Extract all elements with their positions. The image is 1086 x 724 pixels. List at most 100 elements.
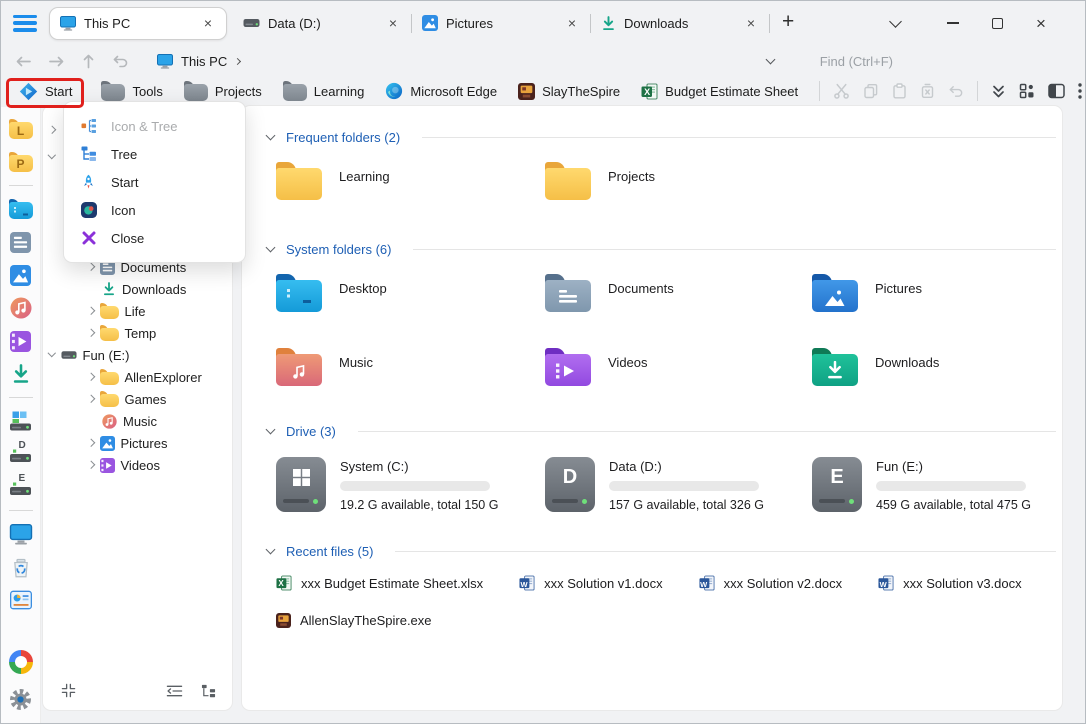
recent-file-budget-sheet[interactable]: X xxx Budget Estimate Sheet.xlsx [276, 575, 483, 591]
collapse-all-icon[interactable] [61, 683, 85, 698]
folder-item-learning[interactable]: Learning [276, 162, 545, 200]
more-kebab-icon[interactable] [1078, 83, 1082, 99]
tab-downloads[interactable]: Downloads × [591, 7, 769, 40]
section-header-drive[interactable]: Drive (3) [242, 424, 1056, 439]
tab-close-icon[interactable]: × [200, 14, 216, 32]
find-input[interactable]: Find (Ctrl+F) [820, 54, 893, 69]
menu-item-icon[interactable]: Icon [64, 196, 245, 224]
section-header-frequent[interactable]: Frequent folders (2) [242, 130, 1056, 145]
close-window-button[interactable]: × [1019, 8, 1063, 38]
toolbar-item-projects[interactable]: Projects [184, 81, 262, 101]
cut-icon [833, 83, 850, 99]
tree-view-icon[interactable] [192, 684, 216, 698]
menu-item-tree[interactable]: Tree [64, 140, 245, 168]
toolbar-item-slaythespire[interactable]: SlayTheSpire [518, 83, 620, 100]
rail-recycle-bin-icon[interactable] [8, 555, 34, 579]
rail-learning-folder[interactable]: L [8, 117, 34, 141]
rail-music-icon[interactable] [8, 296, 34, 320]
hamburger-menu-icon[interactable] [13, 15, 37, 32]
rail-videos-icon[interactable] [8, 329, 34, 353]
rail-control-panel-icon[interactable] [8, 588, 34, 612]
new-tab-button[interactable]: + [770, 10, 804, 37]
chevron-down-icon[interactable] [48, 349, 56, 357]
chevron-right-icon[interactable] [87, 439, 95, 447]
toolbar-item-budget-sheet[interactable]: X Budget Estimate Sheet [641, 83, 798, 100]
recent-file-slaythespire-exe[interactable]: AllenSlayTheSpire.exe [276, 613, 432, 628]
section-title: Drive (3) [286, 424, 336, 439]
tab-close-icon[interactable]: × [564, 14, 580, 32]
tree-row-fun-e[interactable]: Fun (E:) [43, 344, 232, 366]
section-header-system[interactable]: System folders (6) [242, 242, 1056, 257]
rail-drive-d-icon[interactable]: D [8, 442, 34, 466]
tree-row-music[interactable]: Music [43, 410, 232, 432]
folder-item-pictures[interactable]: Pictures [812, 274, 1062, 312]
rail-browser-icon[interactable] [8, 648, 34, 676]
undo-icon[interactable] [112, 54, 129, 68]
minimize-button[interactable] [931, 8, 975, 38]
search-options-chevron-icon[interactable] [765, 54, 775, 64]
rail-documents-icon[interactable] [8, 230, 34, 254]
chevron-down-icon[interactable] [266, 131, 276, 141]
rail-downloads-icon[interactable] [8, 362, 34, 386]
tab-this-pc[interactable]: This PC × [49, 7, 227, 40]
rail-system-drive-icon[interactable] [8, 409, 34, 433]
double-chevron-down-icon[interactable] [991, 84, 1006, 99]
tree-row-temp[interactable]: Temp [43, 322, 232, 344]
view-grid-icon[interactable] [1019, 83, 1035, 99]
outdent-icon[interactable] [157, 684, 192, 698]
folder-item-documents[interactable]: Documents [545, 274, 812, 312]
menu-item-close[interactable]: Close [64, 224, 245, 252]
chevron-right-icon[interactable] [87, 329, 95, 337]
rail-drive-e-icon[interactable]: E [8, 475, 34, 499]
start-button[interactable]: Start [15, 82, 72, 101]
tab-close-icon[interactable]: × [385, 14, 401, 32]
back-icon[interactable] [15, 54, 32, 69]
recent-file-solution-v2[interactable]: W xxx Solution v2.docx [699, 575, 843, 591]
rail-pictures-icon[interactable] [8, 263, 34, 287]
tree-row-downloads[interactable]: Downloads [43, 278, 232, 300]
tree-row-allenexplorer[interactable]: AllenExplorer [43, 366, 232, 388]
up-icon[interactable] [81, 53, 96, 69]
tree-row-videos[interactable]: Videos [43, 454, 232, 476]
folder-item-downloads[interactable]: Downloads [812, 348, 1062, 386]
chevron-right-icon[interactable] [87, 263, 95, 271]
layout-panel-icon[interactable] [1048, 83, 1065, 99]
rail-projects-folder[interactable]: P [8, 150, 34, 174]
toolbar-item-learning[interactable]: Learning [283, 81, 365, 101]
chevron-right-icon[interactable] [234, 57, 241, 64]
chevron-right-icon[interactable] [87, 373, 95, 381]
toolbar-item-edge[interactable]: Microsoft Edge [385, 82, 497, 100]
tab-close-icon[interactable]: × [743, 14, 759, 32]
chevron-down-icon[interactable] [266, 545, 276, 555]
drive-item-system-c[interactable]: System (C:) 19.2 G available, total 150 … [276, 457, 545, 512]
chevron-down-icon[interactable] [266, 243, 276, 253]
tab-pictures[interactable]: Pictures × [412, 7, 590, 40]
rail-desktop-icon[interactable] [8, 197, 34, 221]
chevron-right-icon[interactable] [87, 461, 95, 469]
chevron-right-icon[interactable] [87, 395, 95, 403]
folder-item-videos[interactable]: Videos [545, 348, 812, 386]
tree-row-life[interactable]: Life [43, 300, 232, 322]
folder-item-projects[interactable]: Projects [545, 162, 812, 200]
toolbar-item-tools[interactable]: Tools [101, 81, 162, 101]
rail-this-pc-icon[interactable] [8, 522, 34, 546]
drive-item-data-d[interactable]: D Data (D:) 157 G available, total 326 G [545, 457, 812, 512]
menu-item-icon-and-tree[interactable]: Icon & Tree [64, 112, 245, 140]
chevron-right-icon[interactable] [87, 307, 95, 315]
forward-icon[interactable] [48, 54, 65, 69]
folder-item-music[interactable]: Music [276, 348, 545, 386]
breadcrumb[interactable]: This PC [157, 54, 240, 69]
rail-settings-gear-icon[interactable] [8, 685, 34, 713]
menu-item-start[interactable]: Start [64, 168, 245, 196]
recent-file-solution-v3[interactable]: W xxx Solution v3.docx [878, 575, 1022, 591]
tree-row-games[interactable]: Games [43, 388, 232, 410]
folder-item-desktop[interactable]: Desktop [276, 274, 545, 312]
maximize-button[interactable] [975, 8, 1019, 38]
tree-row-pictures[interactable]: Pictures [43, 432, 232, 454]
section-header-recent[interactable]: Recent files (5) [242, 544, 1056, 559]
tab-data-d[interactable]: Data (D:) × [233, 7, 411, 40]
chevron-down-icon[interactable] [266, 425, 276, 435]
recent-file-solution-v1[interactable]: W xxx Solution v1.docx [519, 575, 663, 591]
drive-item-fun-e[interactable]: E Fun (E:) 459 G available, total 475 G [812, 457, 1062, 512]
tabs-menu-chevron-down-icon[interactable] [873, 8, 917, 38]
